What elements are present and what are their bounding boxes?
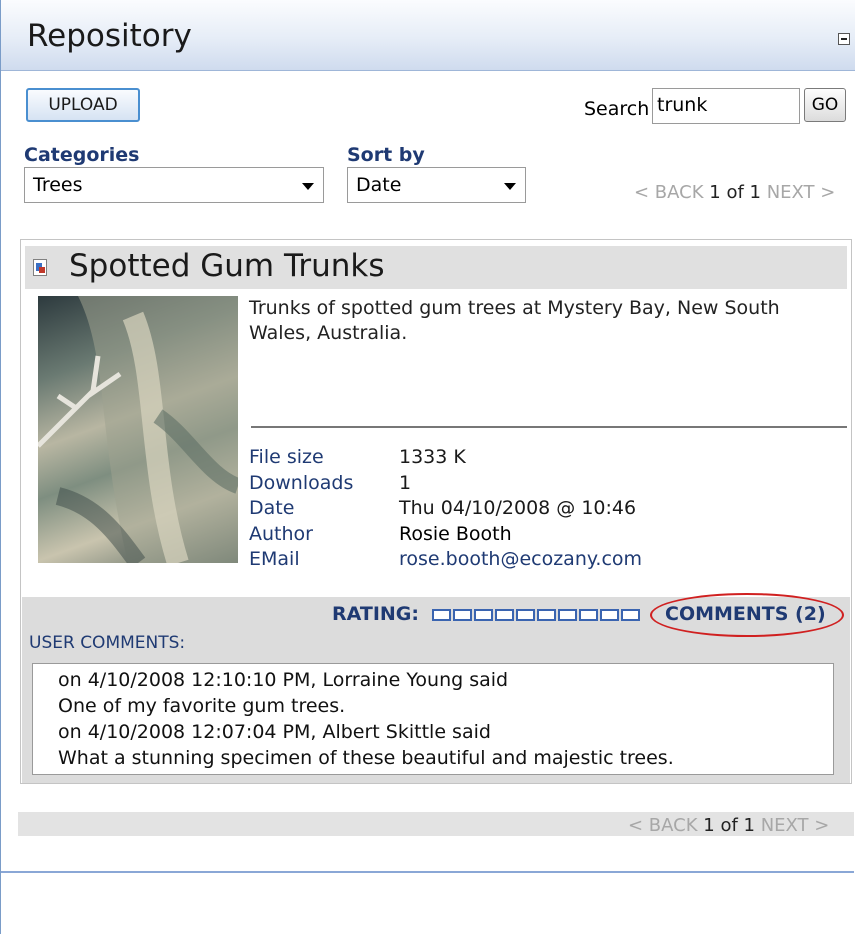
user-comments-label: USER COMMENTS:	[29, 633, 186, 653]
filesize-key: File size	[249, 446, 324, 468]
pager-top: < BACK 1 of 1 NEXT >	[634, 182, 835, 203]
sortby-select[interactable]: Date	[347, 167, 526, 203]
rating-box-icon[interactable]	[495, 609, 514, 621]
search-input[interactable]: trunk	[652, 88, 800, 124]
pager-bottom: < BACK 1 of 1 NEXT >	[628, 815, 829, 836]
back-link[interactable]: < BACK	[628, 815, 698, 836]
page-indicator: 1 of 1	[709, 182, 761, 203]
rating-comments-section: RATING: COMMENTS (2) USER COMMENTS: on 4…	[22, 593, 850, 783]
comment-header: on 4/10/2008 12:07:04 PM, Albert Skittle…	[58, 721, 491, 743]
rating-box-icon[interactable]	[579, 609, 598, 621]
go-button[interactable]: GO	[804, 88, 846, 122]
rating-box-icon[interactable]	[453, 609, 472, 621]
item-title[interactable]: Spotted Gum Trunks	[69, 248, 384, 284]
downloads-value: 1	[399, 471, 412, 494]
categories-select[interactable]: Trees	[24, 167, 324, 203]
rating-stars[interactable]	[432, 609, 640, 621]
rating-box-icon[interactable]	[558, 609, 577, 621]
email-link[interactable]: rose.booth@ecozany.com	[399, 547, 642, 573]
next-link[interactable]: NEXT >	[767, 182, 836, 203]
rating-box-icon[interactable]	[621, 609, 640, 621]
chevron-down-icon	[504, 183, 516, 190]
comment-text: What a stunning specimen of these beauti…	[58, 747, 674, 769]
image-file-icon	[33, 259, 47, 276]
rating-box-icon[interactable]	[516, 609, 535, 621]
panel-header: Repository	[1, 0, 855, 71]
downloads-key: Downloads	[249, 471, 354, 494]
item-thumbnail[interactable]	[38, 296, 238, 563]
bottom-divider	[1, 871, 854, 873]
tree-trunk-image	[38, 296, 238, 563]
categories-selected-value: Trees	[33, 174, 83, 196]
rating-box-icon[interactable]	[432, 609, 451, 621]
date-value: Thu 04/10/2008 @ 10:46	[399, 497, 637, 519]
comment-header: on 4/10/2008 12:10:10 PM, Lorraine Young…	[58, 669, 509, 691]
item-description: Trunks of spotted gum trees at Mystery B…	[249, 297, 780, 344]
sortby-selected-value: Date	[356, 174, 402, 196]
author-value: Rosie Booth	[399, 522, 512, 545]
panel-title: Repository	[27, 18, 192, 54]
author-key: Author	[249, 522, 313, 545]
comments-list[interactable]: on 4/10/2008 12:10:10 PM, Lorraine Young…	[32, 663, 834, 775]
categories-label: Categories	[24, 144, 140, 166]
email-key: EMail	[249, 548, 300, 570]
rating-box-icon[interactable]	[600, 609, 619, 621]
comment-text: One of my favorite gum trees.	[58, 695, 346, 717]
item-card: Spotted Gum Trunks Trunks of spotted gum…	[20, 239, 852, 784]
divider	[251, 426, 847, 428]
rating-box-icon[interactable]	[537, 609, 556, 621]
chevron-down-icon	[302, 183, 314, 190]
item-title-bar: Spotted Gum Trunks	[25, 246, 847, 289]
highlight-circle	[650, 593, 844, 637]
rating-box-icon[interactable]	[474, 609, 493, 621]
back-link[interactable]: < BACK	[634, 182, 704, 203]
next-link[interactable]: NEXT >	[761, 815, 830, 836]
date-key: Date	[249, 497, 295, 519]
collapse-icon[interactable]	[838, 33, 850, 45]
filesize-value: 1333 K	[399, 446, 466, 468]
search-label: Search	[584, 98, 650, 120]
sortby-label: Sort by	[347, 144, 425, 166]
upload-button[interactable]: UPLOAD	[26, 88, 140, 122]
rating-label: RATING:	[332, 603, 419, 625]
page-indicator: 1 of 1	[703, 815, 755, 836]
